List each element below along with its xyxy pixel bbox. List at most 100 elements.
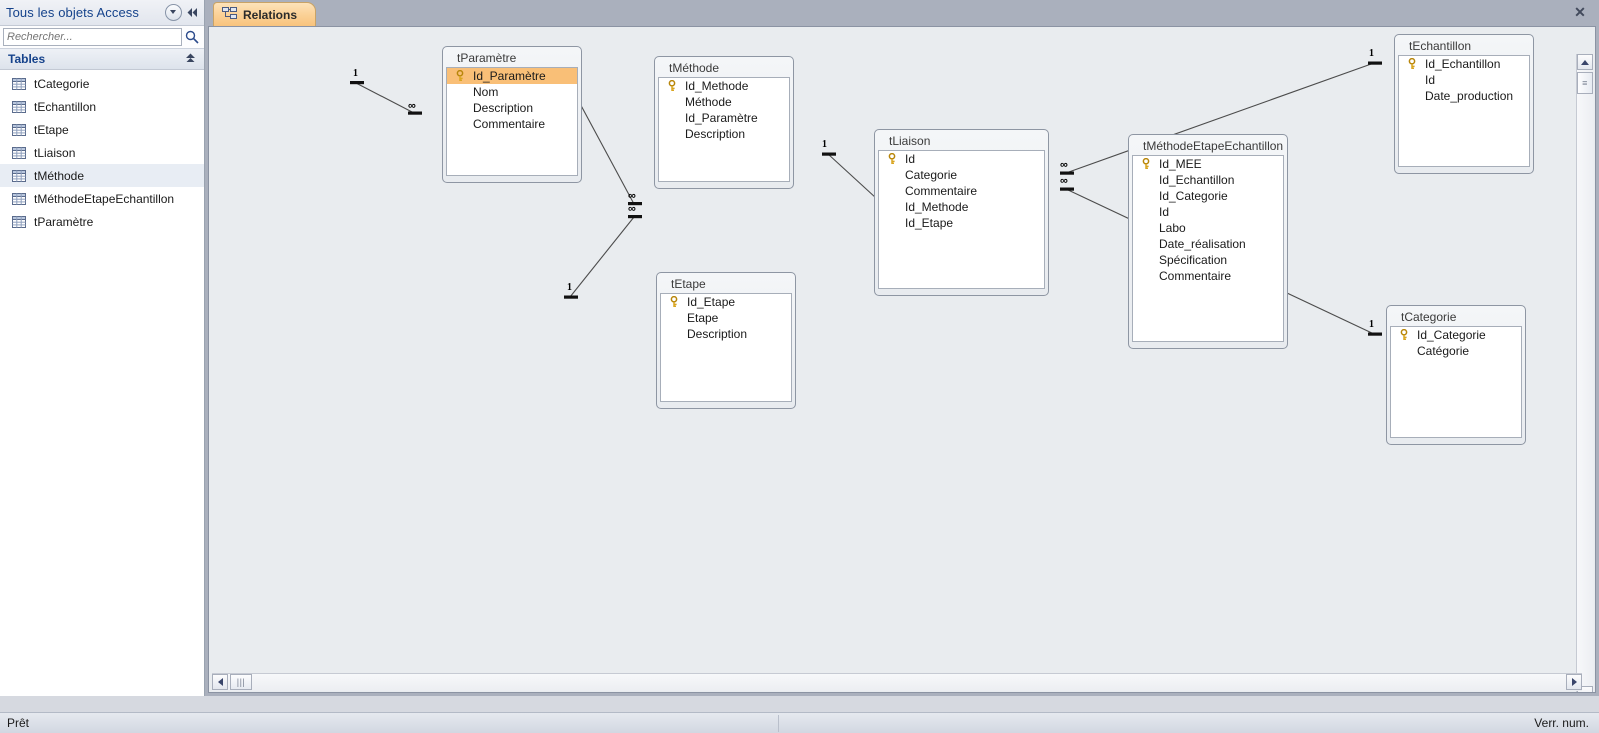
relationship-connectors xyxy=(350,61,1382,336)
cardinality-one-liaison-mee: 1 xyxy=(822,139,827,150)
field-label: Id_Etape xyxy=(687,295,736,309)
field-row[interactable]: Id_Paramètre xyxy=(659,110,789,126)
field-row[interactable]: Catégorie xyxy=(1391,343,1521,359)
chevron-down-circle-icon[interactable] xyxy=(164,3,182,21)
table-box-title: tMéthode xyxy=(669,61,720,75)
table-icon xyxy=(12,77,26,90)
field-row[interactable]: Description xyxy=(447,100,577,116)
field-row[interactable]: Id_Paramètre xyxy=(447,68,577,84)
field-row[interactable]: Description xyxy=(661,326,791,342)
search-icon[interactable] xyxy=(182,28,202,46)
table-box-title: tLiaison xyxy=(889,134,931,148)
sidebar-item-techantillon[interactable]: tEchantillon xyxy=(0,95,204,118)
field-row[interactable]: Id xyxy=(879,151,1044,167)
arrow-right-icon[interactable] xyxy=(1566,674,1582,690)
field-row[interactable]: Categorie xyxy=(879,167,1044,183)
horizontal-scroll-thumb[interactable]: ||| xyxy=(230,674,252,690)
table-box-tMéthodeEtapeEchantillon[interactable]: tMéthodeEtapeEchantillon Id_MEE Id_Echanti… xyxy=(1128,134,1288,349)
double-chevron-up-icon[interactable] xyxy=(186,53,197,65)
field-row[interactable]: Id_MEE xyxy=(1133,156,1283,172)
table-box-tMéthode[interactable]: tMéthode Id_Methode Méthode Id_Paramètre Des… xyxy=(654,56,794,189)
arrow-up-icon[interactable] xyxy=(1577,54,1593,70)
field-row[interactable]: Date_réalisation xyxy=(1133,236,1283,252)
double-chevron-up-glyph xyxy=(186,53,195,63)
field-label: Nom xyxy=(473,85,499,99)
navigation-pane-title: Tous les objets Access xyxy=(6,5,139,20)
field-row[interactable]: Spécification xyxy=(1133,252,1283,268)
field-row[interactable]: Id xyxy=(1399,72,1529,88)
table-box-tCategorie[interactable]: tCategorie Id_Categorie Catégorie xyxy=(1386,305,1526,445)
field-row[interactable]: Méthode xyxy=(659,94,789,110)
field-row[interactable]: Id_Methode xyxy=(879,199,1044,215)
field-label: Categorie xyxy=(905,168,958,182)
sidebar-item-tméthodeetapeechantillon[interactable]: tMéthodeEtapeEchantillon xyxy=(0,187,204,210)
field-row[interactable]: Commentaire xyxy=(879,183,1044,199)
tables-group-label: Tables xyxy=(8,52,46,66)
field-label: Id_Methode xyxy=(905,200,969,214)
table-icon xyxy=(12,169,26,182)
table-box-tLiaison[interactable]: tLiaison Id Categorie Commentaire Id_Methode… xyxy=(874,129,1049,296)
table-box-tParamètre[interactable]: tParamètre Id_Paramètre Nom Description Comm… xyxy=(442,46,582,183)
cardinality-one-etape-liaison: 1 xyxy=(567,282,572,293)
field-label: Id_Categorie xyxy=(1159,189,1228,203)
primary-key-icon xyxy=(456,70,464,81)
field-row[interactable]: Labo xyxy=(1133,220,1283,236)
sidebar-item-label: tMéthodeEtapeEchantillon xyxy=(34,191,175,206)
close-icon[interactable]: ✕ xyxy=(1571,3,1589,21)
field-row[interactable]: Id_Echantillon xyxy=(1399,56,1529,72)
tables-list: tCategorie tEchantillon tEtape tLiaison tMét… xyxy=(0,70,204,233)
sidebar-item-tparamètre[interactable]: tParamètre xyxy=(0,210,204,233)
status-bar: Prêt Verr. num. xyxy=(0,712,1599,733)
tables-group-header[interactable]: Tables xyxy=(0,48,204,70)
field-row[interactable]: Commentaire xyxy=(1133,268,1283,284)
table-box-tEtape[interactable]: tEtape Id_Etape Etape Description xyxy=(656,272,796,409)
field-row[interactable]: Id_Echantillon xyxy=(1133,172,1283,188)
field-label: Commentaire xyxy=(473,117,546,131)
field-row[interactable]: Id_Etape xyxy=(661,294,791,310)
status-divider xyxy=(778,715,779,732)
field-label: Date_production xyxy=(1425,89,1514,103)
relations-icon xyxy=(222,6,237,23)
sidebar-item-tliaison[interactable]: tLiaison xyxy=(0,141,204,164)
document-tab-strip: Relations ✕ xyxy=(205,0,1599,26)
sidebar-item-tetape[interactable]: tEtape xyxy=(0,118,204,141)
table-box-title: tParamètre xyxy=(457,51,517,65)
field-row[interactable]: Id_Categorie xyxy=(1391,327,1521,343)
table-box-title: tCategorie xyxy=(1401,310,1457,324)
cardinality-one-param-methode: 1 xyxy=(353,68,358,79)
vertical-scrollbar[interactable]: ≡ xyxy=(1576,54,1594,692)
field-label: Id xyxy=(905,152,916,166)
double-chevron-left-icon[interactable] xyxy=(183,3,201,21)
primary-key-icon xyxy=(1408,58,1416,69)
field-row[interactable]: Nom xyxy=(447,84,577,100)
tab-relations[interactable]: Relations xyxy=(213,2,317,26)
status-numlock: Verr. num. xyxy=(1534,716,1589,730)
sidebar-item-tcategorie[interactable]: tCategorie xyxy=(0,72,204,95)
field-row[interactable]: Commentaire xyxy=(447,116,577,132)
table-field-list: Id_Categorie Catégorie xyxy=(1390,326,1522,438)
field-label: Id_Categorie xyxy=(1417,328,1486,342)
primary-key-icon xyxy=(888,153,896,164)
vertical-scroll-thumb[interactable]: ≡ xyxy=(1577,72,1593,94)
field-row[interactable]: Description xyxy=(659,126,789,142)
primary-key-icon xyxy=(1400,329,1408,340)
field-row[interactable]: Id_Categorie xyxy=(1133,188,1283,204)
table-box-tEchantillon[interactable]: tEchantillon Id_Echantillon Id Date_product… xyxy=(1394,34,1534,174)
tab-relations-label: Relations xyxy=(243,7,298,22)
horizontal-scrollbar[interactable]: ||| xyxy=(212,673,1582,691)
sidebar-item-tméthode[interactable]: tMéthode xyxy=(0,164,204,187)
field-label: Date_réalisation xyxy=(1159,237,1246,251)
field-row[interactable]: Id xyxy=(1133,204,1283,220)
field-row[interactable]: Date_production xyxy=(1399,88,1529,104)
field-label: Id_Echantillon xyxy=(1425,57,1501,71)
relations-canvas[interactable]: 1 ∞ 1 ∞ 1 ∞ 1 ∞ 1 ∞ 1 ∞ tParamètreId_Par… xyxy=(209,27,1578,675)
arrow-left-icon[interactable] xyxy=(212,674,228,690)
field-label: Commentaire xyxy=(1159,269,1232,283)
search-input[interactable] xyxy=(3,27,182,46)
primary-key-icon xyxy=(668,80,676,91)
cardinality-one-categorie-mee: 1 xyxy=(1369,319,1374,330)
navigation-pane: Tous les objets Access Tables xyxy=(0,0,205,696)
field-row[interactable]: Id_Methode xyxy=(659,78,789,94)
field-row[interactable]: Etape xyxy=(661,310,791,326)
field-row[interactable]: Id_Etape xyxy=(879,215,1044,231)
